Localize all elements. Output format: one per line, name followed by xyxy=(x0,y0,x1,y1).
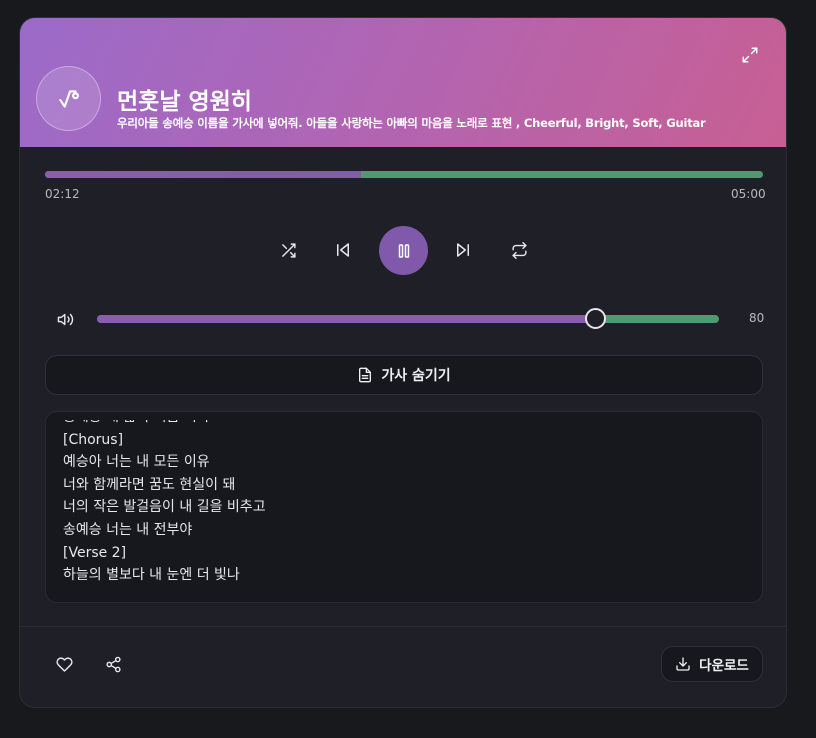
lyric-line: 하늘의 별보다 내 눈엔 더 빛나 xyxy=(63,567,240,584)
next-button[interactable] xyxy=(447,234,479,266)
progress-bar[interactable] xyxy=(45,171,763,178)
lyrics-panel[interactable]: 송예승 내 삶의 기쁨 너야 [Chorus] 예승아 너는 내 모든 이유 너… xyxy=(45,411,763,603)
progress-fill xyxy=(45,171,361,178)
hide-lyrics-label: 가사 숨기기 xyxy=(381,368,451,384)
lyric-line: 송예승 너는 내 전부야 xyxy=(63,521,193,538)
shuffle-icon xyxy=(280,242,297,259)
total-time: 05:00 xyxy=(731,187,766,201)
like-button[interactable] xyxy=(52,652,76,676)
footer-divider xyxy=(20,626,786,627)
expand-icon xyxy=(741,46,759,64)
pause-icon xyxy=(395,242,413,260)
player-header: 먼훗날 영원히 우리아들 송예승 이름을 가사에 넣어줘. 아들을 사랑하는 아… xyxy=(20,18,786,147)
volume-thumb[interactable] xyxy=(584,308,606,329)
lyrics-list: 송예승 내 삶의 기쁨 너야 [Chorus] 예승아 너는 내 모든 이유 너… xyxy=(63,420,266,587)
current-time: 02:12 xyxy=(45,187,80,201)
song-description: 우리아들 송예승 이름을 가사에 넣어줘. 아들을 사랑하는 아빠의 마음을 노… xyxy=(117,116,706,130)
music-note-icon xyxy=(56,86,82,112)
share-button[interactable] xyxy=(101,652,125,676)
lyric-line: 송예승 내 삶의 기쁨 너야 xyxy=(63,420,266,429)
lyric-line: 너와 함께라면 꿈도 현실이 돼 xyxy=(63,476,236,493)
lyric-line: 예승아 너는 내 모든 이유 xyxy=(63,454,210,471)
volume-value: 80 xyxy=(749,311,765,325)
volume-icon xyxy=(57,311,74,328)
lyric-line: [Verse 2] xyxy=(63,544,127,561)
volume-slider[interactable] xyxy=(97,308,719,329)
share-icon xyxy=(105,656,122,673)
repeat-icon xyxy=(511,241,528,259)
download-label: 다운로드 xyxy=(699,658,749,674)
heart-icon xyxy=(55,656,73,673)
lyric-line: [Chorus] xyxy=(63,431,124,448)
pause-button[interactable] xyxy=(379,226,428,275)
volume-button[interactable] xyxy=(49,303,81,335)
document-icon xyxy=(357,367,373,383)
repeat-button[interactable] xyxy=(503,234,535,266)
skip-previous-icon xyxy=(334,241,352,259)
volume-fill xyxy=(97,315,595,323)
song-title: 먼훗날 영원히 xyxy=(117,89,252,115)
skip-next-icon xyxy=(454,241,472,259)
lyrics-viewport: 송예승 내 삶의 기쁨 너야 [Chorus] 예승아 너는 내 모든 이유 너… xyxy=(63,420,746,588)
expand-button[interactable] xyxy=(738,43,762,67)
download-button[interactable]: 다운로드 xyxy=(661,646,763,682)
download-icon xyxy=(675,656,691,672)
music-player-card: 먼훗날 영원히 우리아들 송예승 이름을 가사에 넣어줘. 아들을 사랑하는 아… xyxy=(19,17,787,708)
hide-lyrics-button[interactable]: 가사 숨기기 xyxy=(45,355,763,395)
shuffle-button[interactable] xyxy=(272,234,304,266)
previous-button[interactable] xyxy=(327,234,359,266)
lyric-line: 너의 작은 발걸음이 내 길을 비추고 xyxy=(63,499,266,516)
album-art xyxy=(36,66,101,131)
